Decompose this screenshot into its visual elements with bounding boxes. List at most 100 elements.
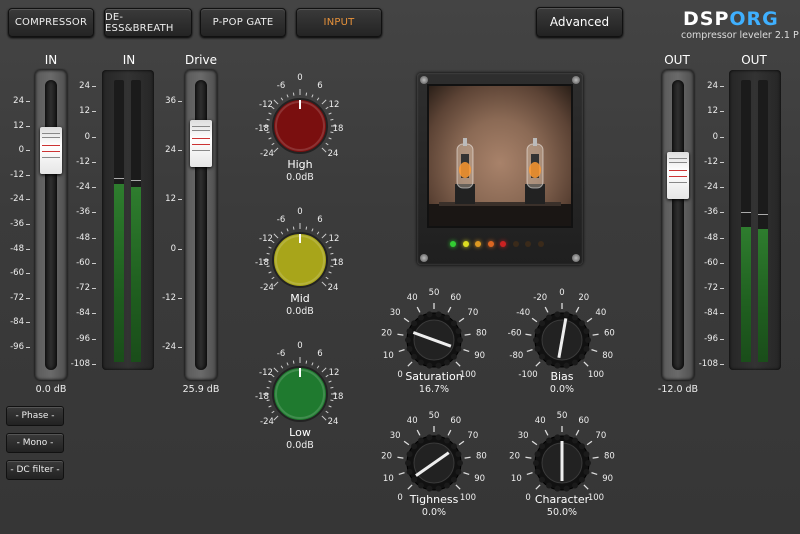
- eq-label: Mid: [290, 292, 310, 305]
- knob-tick-label: -60: [508, 328, 522, 338]
- eq-tick-label: 6: [317, 349, 322, 359]
- screw-icon: [572, 254, 580, 262]
- eq-tick-label: -12: [259, 100, 273, 110]
- knob-tick-label: -80: [509, 351, 523, 361]
- scale-tick-label: -72: [704, 283, 724, 294]
- scale-tick-label: -12: [10, 169, 30, 180]
- scale-tick-label: 12: [707, 106, 724, 117]
- tube-display: [417, 73, 583, 265]
- advanced-button[interactable]: Advanced: [536, 7, 623, 37]
- knob-tick-label: 10: [383, 474, 394, 484]
- led-indicator: [475, 241, 481, 247]
- knob-tick-label: 20: [578, 293, 589, 303]
- scale-tick-label: -60: [10, 268, 30, 279]
- in-fader-track: [35, 70, 67, 380]
- drive-fader-track: [185, 70, 217, 380]
- scale-tick-label: -36: [10, 219, 30, 229]
- tab-compressor[interactable]: COMPRESSOR: [8, 8, 94, 37]
- eq-tick-label: 6: [317, 215, 322, 225]
- knob-tick-label: 80: [602, 351, 613, 361]
- scale-tick-label: 0: [84, 131, 97, 142]
- scale-tick-label: -36: [704, 207, 724, 218]
- mono-button[interactable]: - Mono -: [6, 433, 64, 453]
- in-level-meter: [102, 70, 154, 370]
- out-level-meter: [729, 70, 781, 370]
- screw-icon: [420, 76, 428, 84]
- eq-tick-label: 12: [329, 234, 340, 244]
- led-indicator: [450, 241, 456, 247]
- knob-label: Saturation: [405, 370, 463, 383]
- knob-tick-label: 40: [535, 416, 546, 426]
- eq-tick-label: -18: [255, 258, 269, 268]
- knob-tick-label: 20: [509, 451, 520, 461]
- out-fader-handle[interactable]: [667, 152, 689, 199]
- compressor-app: COMPRESSOR DE-ESS&BREATH P-POP GATE INPU…: [0, 0, 800, 534]
- drive-fader-handle[interactable]: [190, 120, 212, 167]
- knob-label: Character: [534, 493, 590, 506]
- scale-tick-label: -24: [10, 194, 30, 205]
- in-meter-scale: 24 12 0 -12 -24 -36 -48 -60 -72 -84 -96 -108: [66, 81, 97, 369]
- dc-filter-button[interactable]: - DC filter -: [6, 460, 64, 480]
- eq-tick-label: 18: [333, 258, 344, 268]
- scale-tick-label: 12: [79, 106, 96, 117]
- knob-tick-label: -40: [516, 308, 530, 318]
- knob-tick-label: 40: [407, 293, 418, 303]
- screw-icon: [572, 76, 580, 84]
- scale-tick-label: -96: [10, 342, 30, 352]
- screw-icon: [420, 254, 428, 262]
- in-meter-title: IN: [122, 53, 136, 67]
- knob-tick-label: 40: [595, 308, 606, 318]
- tab-p-pop-gate[interactable]: P-POP GATE: [200, 8, 286, 37]
- scale-tick-label: -24: [704, 182, 724, 193]
- in-fader-scale: 24 12 0 -12 -24 -36 -48 -60 -72 -84 -96: [0, 96, 31, 352]
- scale-tick-label: 24: [13, 96, 30, 106]
- knob-value: 50.0%: [546, 507, 578, 518]
- drive-scale: 36 24 12 0 -12 -24: [152, 96, 183, 352]
- in-meter-right-bar: [131, 80, 141, 362]
- scale-tick-label: -84: [704, 308, 724, 319]
- scale-tick-label: 24: [79, 81, 96, 91]
- led-indicator: [462, 241, 469, 247]
- knob-tick-label: 60: [578, 416, 589, 426]
- knob-tick-label: 20: [381, 451, 392, 461]
- in-fader-value: 0.0 dB: [35, 384, 67, 395]
- brand-logo: DSPORG: [683, 10, 779, 29]
- out-fader-track: [662, 70, 694, 380]
- eq-tick-label: 6: [317, 81, 322, 91]
- phase-button[interactable]: - Phase -: [6, 406, 64, 426]
- tab-de-ess-breath[interactable]: DE-ESS&BREATH: [104, 8, 192, 37]
- tab-input[interactable]: INPUT: [296, 8, 382, 37]
- logo-part-org: ORG: [729, 8, 779, 30]
- knob-tick-label: 90: [602, 474, 613, 484]
- eq-tick-label: 12: [329, 368, 340, 378]
- in-fader-handle[interactable]: [40, 127, 62, 174]
- scale-tick-label: 0: [18, 145, 31, 156]
- knob-tick-label: 10: [383, 351, 394, 361]
- scale-tick-label: -12: [76, 156, 96, 167]
- eq-value: 0.0dB: [286, 172, 314, 183]
- scale-tick-label: -12: [704, 156, 724, 167]
- scale-tick-label: -84: [10, 317, 30, 328]
- knob-tick-label: 30: [518, 431, 529, 441]
- knob-tick-label: 80: [476, 451, 487, 461]
- knob-tick-label: 90: [474, 351, 485, 361]
- scale-tick-label: -96: [76, 333, 96, 344]
- tube-window: [427, 84, 573, 228]
- scale-tick-label: -84: [76, 308, 96, 319]
- scale-tick-label: 24: [165, 145, 182, 156]
- out-fader-value: -12.0 dB: [657, 384, 699, 395]
- eq-label: Low: [289, 426, 311, 439]
- eq-tick-label: 0: [297, 341, 302, 351]
- in-fader-title: IN: [44, 53, 58, 67]
- scale-tick-label: -60: [76, 257, 96, 268]
- scale-tick-label: 24: [707, 81, 724, 91]
- knob-tick-label: 70: [595, 431, 606, 441]
- scale-tick-label: 0: [712, 131, 725, 142]
- knob-tick-label: 60: [604, 328, 615, 338]
- eq-label: High: [287, 158, 313, 171]
- out-meter-left-bar: [741, 80, 751, 362]
- scale-tick-label: -108: [70, 359, 97, 369]
- eq-tick-label: 0: [297, 73, 302, 83]
- eq-tick-label: 0: [297, 207, 302, 217]
- knob-tick-label: 30: [390, 431, 401, 441]
